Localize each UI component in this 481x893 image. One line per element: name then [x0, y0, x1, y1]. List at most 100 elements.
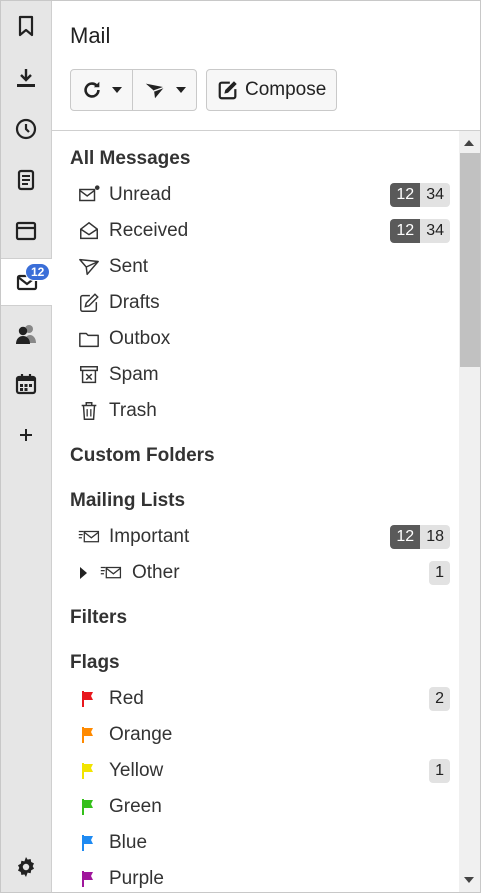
refresh-button[interactable] — [71, 70, 132, 110]
contacts-panel-button[interactable] — [1, 311, 51, 357]
calendar-panel-button[interactable] — [1, 361, 51, 407]
window-panel-button[interactable] — [1, 208, 51, 254]
fetch-send-group — [70, 69, 197, 111]
message-counts: 12 34 — [390, 219, 450, 243]
mailing-list-important[interactable]: Important 12 18 — [52, 519, 458, 555]
folder-label: Unread — [109, 184, 172, 205]
scrollbar-thumb[interactable] — [460, 153, 480, 367]
calendar-icon — [15, 374, 37, 395]
flag-icon — [78, 832, 100, 854]
folder-received[interactable]: Received 12 34 — [52, 213, 458, 249]
total-count: 1 — [429, 561, 450, 585]
folder-spam[interactable]: Spam — [52, 357, 458, 393]
section-filters[interactable]: Filters — [70, 607, 127, 629]
folder-label: Trash — [109, 400, 157, 421]
total-count: 1 — [429, 759, 450, 783]
folder-outbox[interactable]: Outbox — [52, 321, 458, 357]
scroll-up-arrow-icon[interactable] — [464, 140, 474, 146]
flag-label: Blue — [109, 832, 148, 853]
open-envelope-icon — [78, 220, 100, 242]
mailing-list-other[interactable]: Other 1 — [52, 555, 458, 591]
mailing-list-label: Other — [132, 562, 180, 583]
mail-unread-badge: 12 — [25, 263, 51, 281]
compose-button[interactable]: Compose — [207, 70, 336, 110]
flag-red[interactable]: Red 2 — [52, 681, 458, 717]
flag-icon — [78, 688, 100, 710]
section-all-messages[interactable]: All Messages — [70, 148, 190, 170]
flag-label: Orange — [109, 724, 173, 745]
folder-label: Spam — [109, 364, 159, 385]
send-icon — [78, 256, 100, 278]
send-button[interactable] — [132, 70, 196, 110]
mail-panel-button[interactable]: 12 — [1, 258, 52, 306]
flag-label: Purple — [109, 868, 164, 889]
panel-icon-bar: 12 — [1, 1, 52, 892]
folder-scrollbar[interactable] — [459, 131, 480, 892]
total-count: 34 — [420, 183, 450, 207]
folder-trash[interactable]: Trash — [52, 393, 458, 429]
folder-label: Outbox — [109, 328, 171, 349]
mailing-list-icon — [100, 562, 122, 584]
chevron-down-icon — [176, 87, 186, 93]
folder-icon — [78, 328, 100, 350]
refresh-icon — [84, 81, 100, 98]
history-icon — [15, 118, 37, 140]
compose-icon — [218, 81, 237, 100]
flag-icon — [78, 796, 100, 818]
unread-count: 12 — [390, 525, 421, 549]
mail-toolbar: Compose — [70, 69, 338, 111]
folder-label: Drafts — [109, 292, 160, 313]
flag-yellow[interactable]: Yellow 1 — [52, 753, 458, 789]
flag-orange[interactable]: Orange — [52, 717, 458, 753]
flag-purple[interactable]: Purple — [52, 861, 458, 892]
mailing-list-label: Important — [109, 526, 190, 547]
settings-icon — [18, 857, 34, 877]
flag-blue[interactable]: Blue — [52, 825, 458, 861]
send-icon — [145, 83, 165, 99]
add-panel-button[interactable] — [1, 412, 51, 458]
downloads-panel-button[interactable] — [1, 55, 51, 101]
folder-label: Sent — [109, 256, 149, 277]
section-mailing-lists[interactable]: Mailing Lists — [70, 490, 185, 512]
flag-icon — [78, 760, 100, 782]
flag-label: Red — [109, 688, 144, 709]
chevron-down-icon — [112, 87, 122, 93]
message-counts: 1 — [429, 561, 450, 585]
flag-icon — [78, 724, 100, 746]
notes-icon — [17, 169, 35, 191]
section-flags[interactable]: Flags — [70, 652, 120, 674]
folder-drafts[interactable]: Drafts — [52, 285, 458, 321]
message-counts: 1 — [429, 759, 450, 783]
flag-green[interactable]: Green — [52, 789, 458, 825]
mailing-list-icon — [78, 526, 100, 548]
folder-label: Received — [109, 220, 189, 241]
expand-arrow-icon[interactable] — [80, 567, 87, 579]
message-counts: 2 — [429, 687, 450, 711]
message-counts: 12 34 — [390, 183, 450, 207]
folder-sent[interactable]: Sent — [52, 249, 458, 285]
contacts-icon — [16, 325, 36, 344]
mail-panel-window: 12 Mail Compose All Messages Unread 12 3… — [0, 0, 481, 893]
flag-icon — [78, 868, 100, 890]
add-icon — [20, 429, 32, 441]
bookmarks-icon — [18, 15, 34, 37]
notes-panel-button[interactable] — [1, 157, 51, 203]
message-counts: 12 18 — [390, 525, 450, 549]
spam-bin-icon — [78, 364, 100, 386]
total-count: 18 — [420, 525, 450, 549]
mail-folder-tree: All Messages Unread 12 34 Received 12 34 S… — [52, 131, 458, 892]
section-custom-folders[interactable]: Custom Folders — [70, 445, 215, 467]
flag-label: Yellow — [109, 760, 164, 781]
bookmarks-panel-button[interactable] — [1, 3, 51, 49]
total-count: 34 — [420, 219, 450, 243]
flag-label: Green — [109, 796, 162, 817]
settings-button[interactable] — [1, 844, 51, 890]
scroll-down-arrow-icon[interactable] — [464, 877, 474, 883]
unread-count: 12 — [390, 219, 421, 243]
total-count: 2 — [429, 687, 450, 711]
folder-unread[interactable]: Unread 12 34 — [52, 177, 458, 213]
panel-title: Mail — [70, 23, 111, 48]
history-panel-button[interactable] — [1, 106, 51, 152]
window-icon — [15, 221, 37, 241]
compose-label: Compose — [245, 79, 327, 100]
